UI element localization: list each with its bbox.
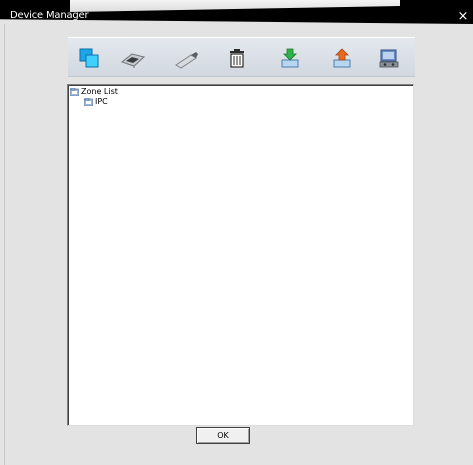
- folder-zone-icon: [84, 98, 93, 106]
- zone-tree-panel[interactable]: Zone List IPC: [67, 84, 414, 426]
- network-device-icon: [120, 53, 146, 68]
- usb-device-button[interactable]: [173, 47, 199, 69]
- export-button[interactable]: [331, 47, 353, 69]
- device-manager-window: Device Manager × Zone List IPC OK: [0, 0, 473, 465]
- usb-device-icon: [175, 52, 198, 69]
- import-icon: [281, 48, 299, 68]
- monitor-device-icon: [379, 49, 399, 68]
- delete-button[interactable]: [226, 47, 248, 69]
- window-title: Device Manager: [10, 10, 89, 21]
- toolbar: [68, 37, 415, 77]
- add-device-button[interactable]: [78, 47, 100, 69]
- import-button[interactable]: [279, 47, 301, 69]
- folder-zone-icon: [70, 88, 79, 96]
- window-left-edge: [4, 24, 5, 465]
- monitor-device-button[interactable]: [378, 47, 400, 69]
- add-device-icon: [79, 48, 99, 68]
- close-button[interactable]: ×: [456, 10, 470, 24]
- ok-button[interactable]: OK: [196, 427, 250, 444]
- delete-trash-icon: [230, 49, 244, 68]
- tree-node-label: Zone List: [81, 87, 118, 96]
- tree-node-label: IPC: [95, 97, 108, 106]
- network-device-button[interactable]: [120, 47, 146, 69]
- export-icon: [333, 48, 351, 68]
